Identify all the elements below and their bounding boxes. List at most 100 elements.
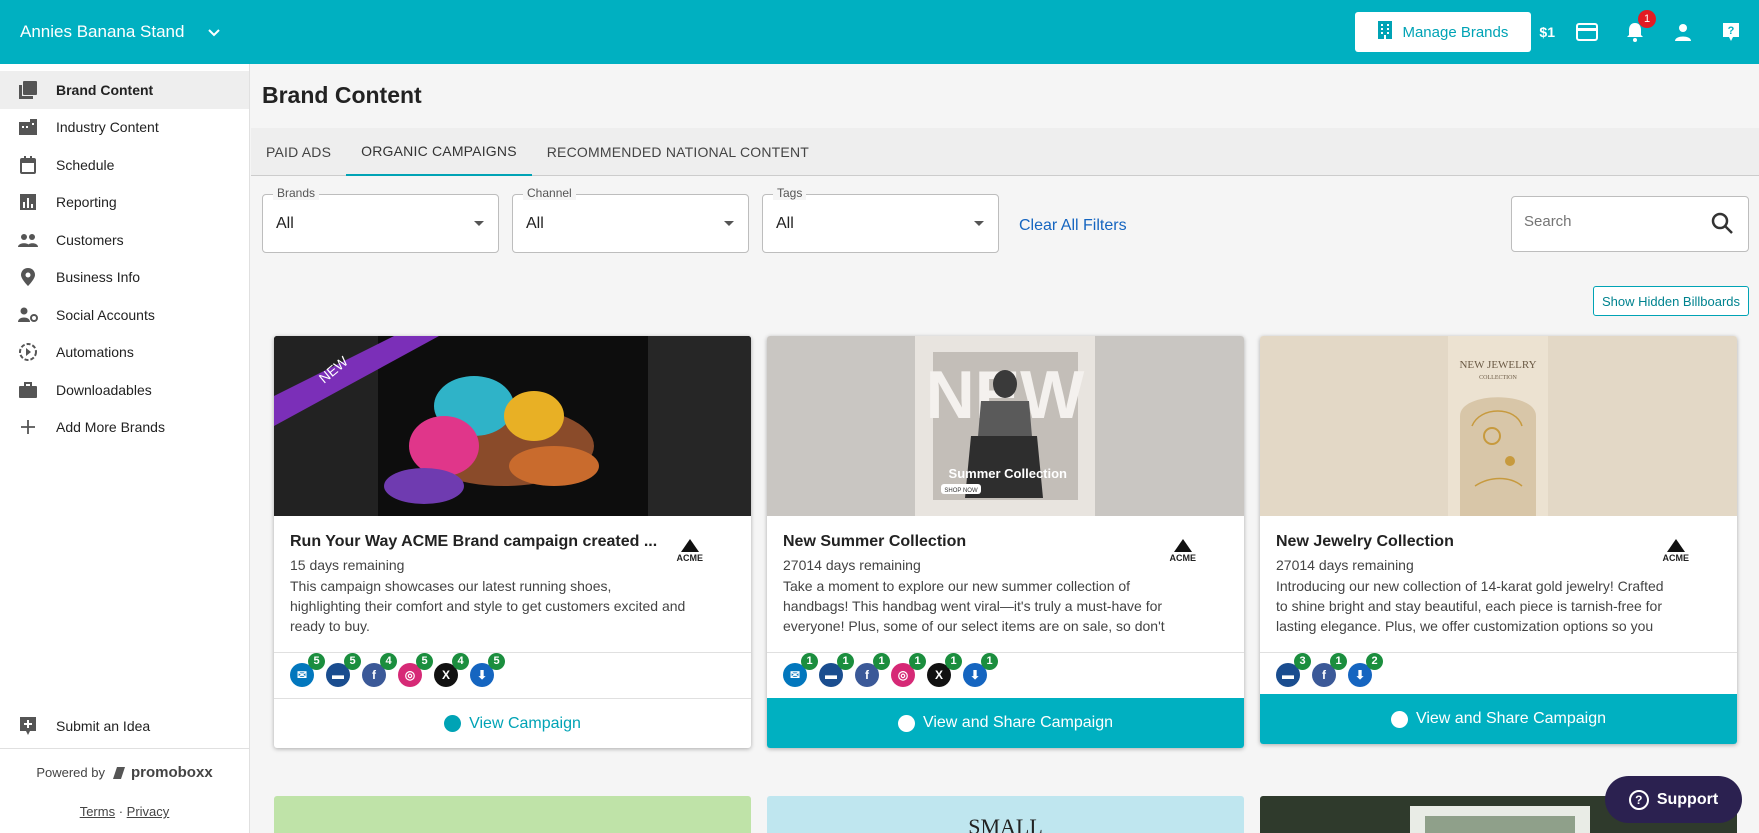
user-profile-icon[interactable] xyxy=(1659,0,1707,64)
summer-collection-caption: Summer Collection xyxy=(949,466,1068,481)
lightbulb-plus-icon xyxy=(18,716,38,736)
top-bar: Annies Banana Stand Manage Brands $1 1 ? xyxy=(0,0,1759,64)
dropdown-arrow-icon xyxy=(474,221,484,226)
sidebar-item-schedule[interactable]: Schedule xyxy=(0,146,249,184)
brands-filter-label: Brands xyxy=(273,186,320,200)
campaign-title: Run Your Way ACME Brand campaign created… xyxy=(290,533,658,550)
sidebar-item-label: Schedule xyxy=(56,156,115,173)
download-icon[interactable]: ⬇ 2 xyxy=(1348,652,1383,687)
sidebar-item-reporting[interactable]: Reporting xyxy=(0,184,249,222)
sidebar-item-customers[interactable]: Customers xyxy=(0,221,249,259)
sidebar-item-label: Customers xyxy=(56,231,124,248)
campaign-card: NEW Summer Collection SHOP NOW New Summe… xyxy=(767,336,1244,748)
sidebar-item-label: Industry Content xyxy=(56,119,159,136)
view-and-share-campaign-button[interactable]: View and Share Campaign xyxy=(1260,694,1737,744)
jewelry-sub-text: COLLECTION xyxy=(1479,375,1517,381)
billboard-icon[interactable]: ▬ 1 xyxy=(819,652,854,687)
clear-all-filters-link[interactable]: Clear All Filters xyxy=(1019,217,1127,235)
tab-organic-campaigns[interactable]: ORGANIC CAMPAIGNS xyxy=(346,128,532,176)
manage-brands-button[interactable]: Manage Brands xyxy=(1355,12,1532,52)
download-icon[interactable]: ⬇ 5 xyxy=(470,652,505,687)
brands-filter[interactable]: Brands All xyxy=(262,186,499,253)
sidebar-item-industry-content[interactable]: Industry Content xyxy=(0,109,249,147)
submit-idea-button[interactable]: Submit an Idea xyxy=(0,704,249,749)
acme-brand-logo: ACME xyxy=(1663,539,1689,563)
email-icon[interactable]: ✉ 5 xyxy=(290,652,325,687)
campaign-image[interactable]: NEW Summer Collection SHOP NOW xyxy=(767,336,1244,516)
sidebar-item-business-info[interactable]: Business Info xyxy=(0,259,249,297)
campaign-card-preview[interactable] xyxy=(274,796,751,833)
plus-icon xyxy=(18,417,38,437)
view-and-share-campaign-button[interactable]: View and Share Campaign xyxy=(767,698,1244,748)
chevron-down-icon xyxy=(208,24,221,40)
search-icon[interactable] xyxy=(1710,211,1734,240)
dropdown-arrow-icon xyxy=(974,221,984,226)
sidebar-item-social-accounts[interactable]: Social Accounts xyxy=(0,296,249,334)
content-tabs: PAID ADS ORGANIC CAMPAIGNS RECOMMENDED N… xyxy=(251,128,1759,176)
tab-paid-ads[interactable]: PAID ADS xyxy=(251,128,346,176)
brand-content-icon xyxy=(18,80,38,100)
campaign-title: New Summer Collection xyxy=(783,533,967,550)
account-name: Annies Banana Stand xyxy=(20,22,185,41)
search-box xyxy=(1511,196,1749,252)
dropdown-arrow-icon xyxy=(724,221,734,226)
instagram-icon[interactable]: ◎ 1 xyxy=(891,652,926,687)
help-icon[interactable]: ? xyxy=(1707,0,1755,64)
acme-brand-logo: ACME xyxy=(1170,539,1196,563)
support-label: Support xyxy=(1656,790,1719,808)
support-button[interactable]: ? Support xyxy=(1605,776,1742,823)
channel-filter[interactable]: Channel All xyxy=(512,186,749,253)
credit-balance[interactable]: $1 xyxy=(1539,24,1555,40)
acme-brand-logo: ACME xyxy=(677,539,703,563)
status-dot-icon xyxy=(444,715,462,732)
brands-filter-value: All xyxy=(276,215,294,232)
campaign-card-preview[interactable]: SMALL xyxy=(767,796,1244,833)
status-dot-icon xyxy=(897,714,915,732)
sidebar-item-brand-content[interactable]: Brand Content xyxy=(0,71,249,109)
manage-brands-label: Manage Brands xyxy=(1402,23,1509,41)
account-switcher[interactable]: Annies Banana Stand xyxy=(0,22,221,42)
small-headline-text: SMALL xyxy=(968,814,1043,833)
download-icon[interactable]: ⬇ 1 xyxy=(963,652,998,687)
person-gear-icon xyxy=(18,305,38,325)
view-campaign-button[interactable]: View Campaign xyxy=(274,698,751,748)
instagram-icon[interactable]: ◎ 5 xyxy=(398,652,433,687)
search-input[interactable] xyxy=(1524,213,1694,230)
channel-filter-label: Channel xyxy=(523,186,576,200)
sidebar-item-add-more-brands[interactable]: Add More Brands xyxy=(0,409,249,447)
people-icon xyxy=(18,230,38,250)
campaign-image[interactable]: NEW xyxy=(274,336,751,516)
tags-filter[interactable]: Tags All xyxy=(762,186,999,253)
notifications-bell-icon[interactable]: 1 xyxy=(1611,0,1659,64)
sidebar-item-label: Add More Brands xyxy=(56,419,165,436)
cta-label: View Campaign xyxy=(469,714,581,732)
x-icon[interactable]: X4 xyxy=(434,652,469,687)
campaign-title: New Jewelry Collection xyxy=(1276,533,1454,550)
tags-filter-label: Tags xyxy=(773,186,807,200)
facebook-icon[interactable]: f4 xyxy=(362,652,397,687)
building-icon xyxy=(18,117,38,137)
show-hidden-billboards-button[interactable]: Show Hidden Billboards xyxy=(1593,286,1749,316)
campaign-image[interactable]: NEW JEWELRY COLLECTION xyxy=(1260,336,1737,516)
campaign-card: NEW JEWELRY COLLECTION New Jewelry Colle… xyxy=(1260,336,1737,744)
x-icon[interactable]: X1 xyxy=(927,652,962,687)
status-dot-icon xyxy=(1390,710,1408,728)
email-icon[interactable]: ✉ 1 xyxy=(783,652,818,687)
privacy-link[interactable]: Privacy xyxy=(127,804,170,819)
sidebar-item-downloadables[interactable]: Downloadables xyxy=(0,371,249,409)
help-circle-icon: ? xyxy=(1628,789,1649,810)
briefcase-icon xyxy=(18,380,38,400)
billboard-icon[interactable]: ▬ 5 xyxy=(326,652,361,687)
tab-recommended-national-content[interactable]: RECOMMENDED NATIONAL CONTENT xyxy=(532,128,824,176)
campaign-card: NEW Run Your Way ACME Brand campaign cre… xyxy=(274,336,751,748)
billboard-icon[interactable]: ▬ 3 xyxy=(1276,652,1311,687)
powered-by-label: Powered by xyxy=(36,765,105,780)
terms-link[interactable]: Terms xyxy=(80,804,115,819)
facebook-icon[interactable]: f1 xyxy=(855,652,890,687)
sidebar-item-automations[interactable]: Automations xyxy=(0,334,249,372)
credit-card-icon[interactable] xyxy=(1563,0,1611,64)
campaign-description: Introducing our new collection of 14-kar… xyxy=(1276,578,1664,634)
separator: · xyxy=(118,804,124,819)
facebook-icon[interactable]: f1 xyxy=(1312,652,1347,687)
channel-filter-value: All xyxy=(526,215,544,232)
